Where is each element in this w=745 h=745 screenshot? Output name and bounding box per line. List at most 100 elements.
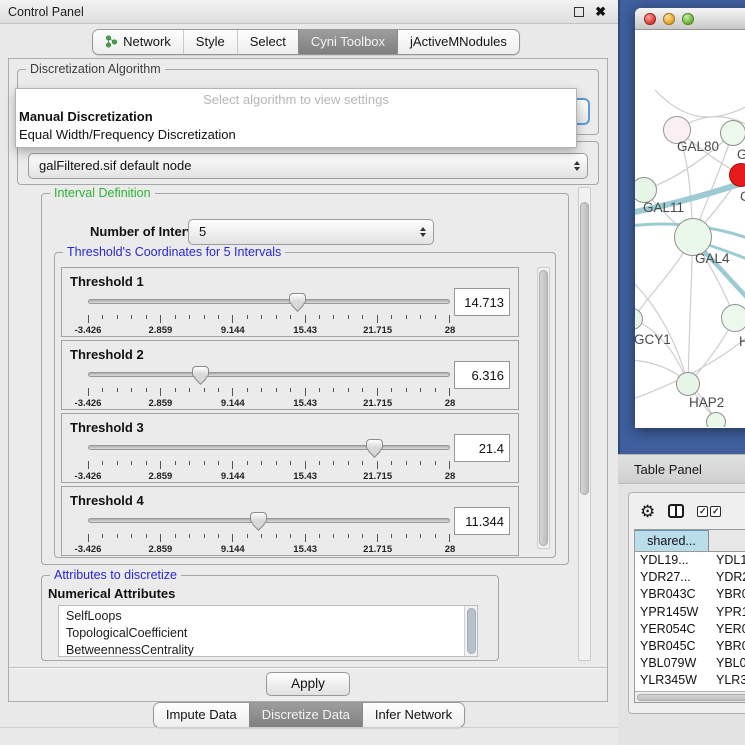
network-node[interactable] <box>720 120 745 146</box>
cell[interactable]: YPR145W <box>709 604 745 621</box>
threshold-3-value-field[interactable] <box>454 434 510 462</box>
close-traffic-light-icon[interactable] <box>644 13 656 25</box>
table-row[interactable]: YDL19...YDL19... <box>635 552 745 569</box>
cell[interactable]: YDL19... <box>635 552 709 569</box>
tab-jactivemnodules[interactable]: jActiveMNodules <box>397 30 519 54</box>
cell[interactable]: YBR045C <box>709 638 745 655</box>
table-row[interactable]: YPR145WYPR145W <box>635 604 745 621</box>
tab-cyni-toolbox[interactable]: Cyni Toolbox <box>298 30 397 54</box>
slider-ticks <box>88 388 450 397</box>
threshold-2-slider[interactable]: -3.426 2.859 9.144 15.43 21.715 28 <box>88 365 450 409</box>
algorithm-option-equal-width[interactable]: Equal Width/Frequency Discretization <box>16 126 576 144</box>
discretization-algorithm-group-title: Discretization Algorithm <box>26 62 165 76</box>
cell[interactable]: YDR27... <box>709 569 745 586</box>
scrollbar-thumb[interactable] <box>539 270 548 546</box>
zoom-traffic-light-icon[interactable] <box>682 13 694 25</box>
table-row[interactable]: YBL079WYBL079W <box>635 655 745 672</box>
threshold-4-slider[interactable]: -3.426 2.859 9.144 15.43 21.715 28 <box>88 511 450 555</box>
tab-style[interactable]: Style <box>183 30 237 54</box>
settings-scroll-area: Interval Definition Number of Intervals … <box>13 185 591 663</box>
columns-icon[interactable] <box>668 504 684 518</box>
table-panel-frame: ⚙ ✓ ✓ shared... na YDL19...YDL19... YDR2… <box>628 492 745 714</box>
table-row[interactable]: YDR27...YDR27... <box>635 569 745 586</box>
slider-track[interactable] <box>88 445 450 450</box>
tab-discretize-data[interactable]: Discretize Data <box>249 703 362 727</box>
tick-label: 15.43 <box>293 325 317 336</box>
slider-track[interactable] <box>88 372 450 377</box>
cell[interactable]: YER054C <box>635 621 709 638</box>
tick-label: 21.715 <box>363 471 392 482</box>
network-node-h[interactable] <box>721 304 745 332</box>
node-attribute-table: shared... na YDL19...YDL19... YDR27...YD… <box>634 529 745 703</box>
apply-button[interactable]: Apply <box>266 672 350 696</box>
table-row[interactable]: YLR345WYLR345W <box>635 672 745 689</box>
slider-thumb[interactable] <box>289 293 306 305</box>
tab-impute-data[interactable]: Impute Data <box>154 703 249 727</box>
tab-select[interactable]: Select <box>237 30 298 54</box>
cell[interactable]: YDR27... <box>635 569 709 586</box>
cell[interactable]: YBR045C <box>635 638 709 655</box>
cell[interactable]: YLR345W <box>635 672 709 689</box>
scrollbar-thumb[interactable] <box>580 202 589 495</box>
list-item[interactable]: SelfLoops <box>66 608 463 625</box>
thresholds-scrollbar[interactable] <box>537 267 550 549</box>
interval-definition-group: Interval Definition Number of Intervals … <box>41 193 569 565</box>
checkbox-icon[interactable]: ✓ <box>710 506 721 517</box>
minimize-traffic-light-icon[interactable] <box>663 13 675 25</box>
table-horizontal-scrollbar[interactable] <box>635 691 745 702</box>
table-data-select[interactable]: galFiltered.sif default node <box>28 153 588 179</box>
cell[interactable]: YDL19... <box>709 552 745 569</box>
table-panel-body: ⚙ ✓ ✓ shared... na YDL19...YDL19... YDR2… <box>618 485 745 745</box>
settings-scrollbar[interactable] <box>578 187 591 661</box>
tab-infer-network[interactable]: Infer Network <box>362 703 464 727</box>
column-header-name[interactable]: na <box>709 530 745 551</box>
tick-label: 21.715 <box>363 325 392 336</box>
tick-label: -3.426 <box>75 398 102 409</box>
slider-thumb[interactable] <box>192 366 209 378</box>
cell[interactable]: YBR043C <box>709 586 745 603</box>
table-row[interactable]: YER054CYER054C <box>635 621 745 638</box>
slider-thumb[interactable] <box>366 439 383 451</box>
tab-network[interactable]: Network <box>93 30 183 54</box>
tick-label: 15.43 <box>293 398 317 409</box>
slider-thumb[interactable] <box>250 512 267 524</box>
table-row[interactable]: YBR043CYBR043C <box>635 586 745 603</box>
network-canvas[interactable]: GAL80 G C GAL11 GAL4 GCY1 H HAP2 <box>635 30 745 427</box>
network-node[interactable] <box>706 412 726 427</box>
attributes-group: Attributes to discretize Numerical Attri… <box>41 575 499 661</box>
table-row[interactable]: YBR045CYBR045C <box>635 638 745 655</box>
list-item[interactable]: BetweennessCentrality <box>66 642 463 657</box>
scrollbar-thumb[interactable] <box>637 694 745 701</box>
scrollbar-thumb[interactable] <box>467 608 476 654</box>
slider-track[interactable] <box>88 299 450 304</box>
threshold-1-slider[interactable]: -3.426 2.859 9.144 15.43 21.715 28 <box>88 292 450 336</box>
desktop-background: GAL80 G C GAL11 GAL4 GCY1 H HAP2 <box>618 0 745 454</box>
cell[interactable]: YER054C <box>709 621 745 638</box>
cell[interactable]: YBL079W <box>709 655 745 672</box>
threshold-2-panel: Threshold 2 -3.426 2.859 9.144 15.43 21.… <box>61 340 519 410</box>
list-item[interactable]: TopologicalCoefficient <box>66 625 463 642</box>
tick-label: 28 <box>445 544 456 555</box>
tab-infer-network-label: Infer Network <box>375 707 452 722</box>
threshold-3-slider[interactable]: -3.426 2.859 9.144 15.43 21.715 28 <box>88 438 450 482</box>
cell[interactable]: YBR043C <box>635 586 709 603</box>
float-window-icon[interactable] <box>574 7 584 17</box>
threshold-1-value-field[interactable] <box>454 288 510 316</box>
cell[interactable]: YBL079W <box>635 655 709 672</box>
checkbox-icon[interactable]: ✓ <box>697 506 708 517</box>
network-node-hap2[interactable] <box>676 372 700 396</box>
column-header-shared-name[interactable]: shared... <box>635 530 709 551</box>
slider-track[interactable] <box>88 518 450 523</box>
threshold-4-value-field[interactable] <box>454 507 510 535</box>
close-icon[interactable]: ✖ <box>595 4 606 20</box>
attributes-scrollbar[interactable] <box>464 606 477 656</box>
cell[interactable]: YLR345W <box>709 672 745 689</box>
gear-icon[interactable]: ⚙ <box>640 503 655 520</box>
number-of-intervals-select[interactable]: 5 <box>188 219 434 245</box>
algorithm-option-manual[interactable]: Manual Discretization <box>16 108 576 126</box>
algorithm-prompt-item[interactable]: Select algorithm to view settings <box>16 89 576 108</box>
threshold-2-value-field[interactable] <box>454 361 510 389</box>
cell[interactable]: YPR145W <box>635 604 709 621</box>
network-view-window[interactable]: GAL80 G C GAL11 GAL4 GCY1 H HAP2 <box>635 8 745 428</box>
table-header-row: shared... na <box>635 530 745 552</box>
